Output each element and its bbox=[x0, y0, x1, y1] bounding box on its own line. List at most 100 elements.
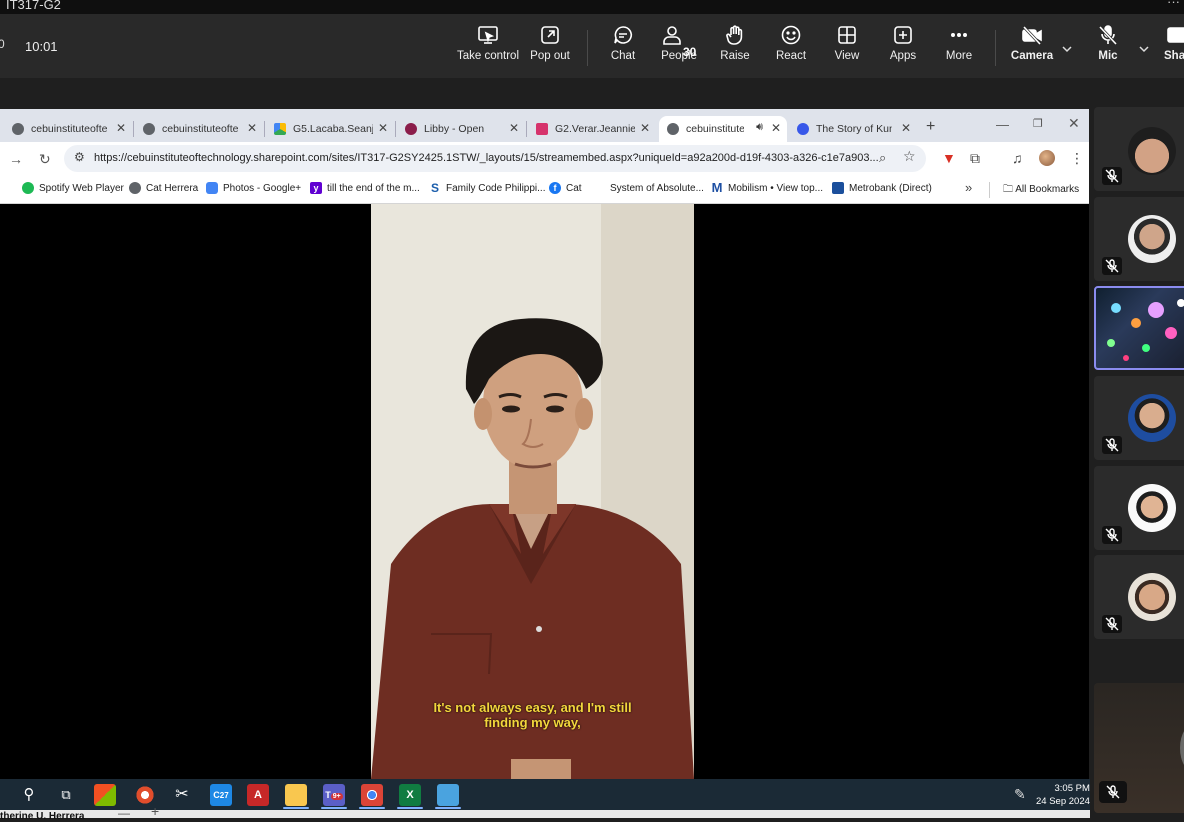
meeting-timer: 10:01 bbox=[25, 39, 58, 54]
avatar bbox=[1128, 215, 1176, 263]
menu-kebab-icon[interactable]: ⋮ bbox=[1070, 150, 1084, 167]
zoom-icon[interactable]: ⌕ bbox=[879, 150, 886, 166]
site-info-icon[interactable]: ⚙ bbox=[74, 150, 85, 164]
forward-arrow-icon[interactable]: → bbox=[9, 151, 23, 167]
extensions-puzzle-icon[interactable]: ⧉ bbox=[970, 150, 980, 167]
camera-options-chevron-icon[interactable] bbox=[1062, 41, 1072, 53]
bookmark-system-absolute[interactable]: System of Absolute... bbox=[593, 182, 704, 194]
tab-close-icon[interactable]: ✕ bbox=[771, 121, 781, 135]
mic-options-chevron-icon[interactable] bbox=[1139, 41, 1149, 53]
tab-title: cebuinstitute bbox=[686, 123, 744, 135]
raise-label: Raise bbox=[720, 50, 750, 62]
browser-tab[interactable]: G2.Verar.JeannieM ✕ bbox=[528, 116, 656, 142]
task-view-icon[interactable]: ⧉ bbox=[55, 784, 77, 806]
reload-icon[interactable]: ↻ bbox=[39, 151, 51, 168]
pop-out-button[interactable]: Pop out bbox=[530, 24, 570, 74]
self-muted-mic-icon[interactable] bbox=[1099, 781, 1127, 803]
tab-close-icon[interactable]: ✕ bbox=[901, 121, 911, 135]
acrobat-icon[interactable]: A bbox=[247, 784, 269, 806]
self-video-preview bbox=[1180, 723, 1184, 773]
mic-button[interactable]: Mic bbox=[1092, 24, 1124, 74]
participant-tile[interactable] bbox=[1094, 197, 1184, 281]
participant-tile[interactable] bbox=[1094, 107, 1184, 191]
participant-tile[interactable] bbox=[1094, 555, 1184, 639]
notepad-icon[interactable] bbox=[437, 784, 459, 806]
bookmark-spotify[interactable]: Spotify Web Player bbox=[22, 182, 124, 194]
search-icon[interactable]: ⚲ bbox=[18, 784, 40, 806]
tab-close-icon[interactable]: ✕ bbox=[509, 121, 519, 135]
restore-icon[interactable]: ❐ bbox=[1033, 117, 1043, 130]
pop-out-label: Pop out bbox=[530, 50, 570, 62]
people-count: 30 bbox=[683, 45, 697, 59]
chat-button[interactable]: Chat bbox=[604, 24, 642, 74]
react-button[interactable]: React bbox=[772, 24, 810, 74]
browser-tab[interactable]: cebuinstituteofte ✕ bbox=[135, 116, 263, 142]
apps-button[interactable]: Apps bbox=[884, 24, 922, 74]
avatar bbox=[1128, 127, 1176, 175]
take-control-button[interactable]: Take control bbox=[457, 24, 519, 74]
video-player[interactable]: It's not always easy, and I'm still find… bbox=[371, 204, 694, 779]
folder-icon: 🗀 bbox=[1003, 184, 1016, 195]
browser-tab[interactable]: G5.Lacaba.Seanjan ✕ bbox=[266, 116, 394, 142]
bookmark-mobilism[interactable]: M Mobilism • View top... bbox=[711, 180, 823, 195]
add-app-icon bbox=[894, 26, 912, 44]
new-tab-plus-icon[interactable]: + bbox=[926, 118, 935, 136]
view-button[interactable]: View bbox=[828, 24, 866, 74]
tab-title: cebuinstituteofte bbox=[31, 123, 108, 135]
raise-hand-icon bbox=[726, 25, 743, 45]
tab-close-icon[interactable]: ✕ bbox=[378, 121, 388, 135]
browser-tab[interactable]: Libby - Open ✕ bbox=[397, 116, 525, 142]
browser-tab-active[interactable]: cebuinstitute 🔊︎ ✕ bbox=[659, 116, 787, 142]
camera-button[interactable]: Camera bbox=[1010, 24, 1054, 74]
facebook-icon: f bbox=[549, 182, 561, 194]
clock-date: 24 Sep 2024 bbox=[1036, 796, 1090, 807]
calendar-app-icon[interactable]: C27 bbox=[210, 784, 232, 806]
pen-icon[interactable]: ✎ bbox=[1014, 786, 1026, 803]
raise-hand-button[interactable]: Raise bbox=[717, 24, 753, 74]
globe-icon bbox=[12, 123, 24, 135]
all-bookmarks-button[interactable]: 🗀 All Bookmarks bbox=[1003, 182, 1079, 199]
bookmark-metrobank[interactable]: Metrobank (Direct) bbox=[832, 182, 932, 194]
speaker-icon[interactable]: 🔊︎ bbox=[756, 121, 763, 134]
bookmarks-overflow-icon[interactable]: » bbox=[965, 180, 972, 195]
avatar bbox=[1128, 484, 1176, 532]
participant-tile[interactable] bbox=[1094, 376, 1184, 460]
browser-tab[interactable]: The Story of Kunr ✕ bbox=[789, 116, 917, 142]
presenter-name: therine U. Herrera bbox=[0, 811, 85, 822]
m-logo-icon: M bbox=[711, 180, 723, 195]
browser-tab[interactable]: cebuinstituteofte ✕ bbox=[4, 116, 132, 142]
file-explorer-icon[interactable] bbox=[285, 784, 307, 806]
tab-close-icon[interactable]: ✕ bbox=[116, 121, 126, 135]
running-indicator bbox=[321, 807, 347, 809]
chrome-icon[interactable] bbox=[361, 784, 383, 806]
participant-tile-speaking[interactable] bbox=[1094, 286, 1184, 370]
title-more-icon[interactable]: ··· bbox=[1167, 0, 1180, 9]
more-button[interactable]: More bbox=[940, 24, 978, 74]
close-window-icon[interactable]: ✕ bbox=[1068, 115, 1080, 132]
apps-label: Apps bbox=[889, 50, 917, 62]
tab-close-icon[interactable]: ✕ bbox=[640, 121, 650, 135]
profile-avatar[interactable] bbox=[1039, 150, 1055, 166]
globe-icon bbox=[129, 182, 141, 194]
bookmark-cat[interactable]: f Cat bbox=[549, 182, 582, 194]
tab-close-icon[interactable]: ✕ bbox=[247, 121, 257, 135]
bookmark-family-code[interactable]: S Family Code Philippi... bbox=[429, 182, 546, 194]
zoom-in-icon[interactable]: + bbox=[151, 803, 159, 819]
bookmark-yahoo[interactable]: y till the end of the m... bbox=[310, 182, 420, 194]
media-control-icon[interactable]: ♫ bbox=[1012, 150, 1023, 166]
bookmark-cat-herrera[interactable]: Cat Herrera bbox=[129, 182, 198, 194]
participant-tile[interactable] bbox=[1094, 466, 1184, 550]
photos-app-icon[interactable] bbox=[94, 784, 116, 806]
extension-pocket-icon[interactable]: ▼ bbox=[942, 150, 956, 166]
minimize-icon[interactable]: — bbox=[996, 117, 1009, 132]
bookmark-star-icon[interactable]: ☆ bbox=[903, 148, 916, 165]
address-bar[interactable]: ⚙ https://cebuinstituteoftechnology.shar… bbox=[64, 145, 926, 172]
system-clock[interactable]: 3:05 PM 24 Sep 2024 bbox=[1036, 782, 1090, 808]
share-button[interactable]: Sha bbox=[1164, 24, 1184, 74]
excel-icon[interactable]: X bbox=[399, 784, 421, 806]
snipping-tool-icon[interactable]: ✂ bbox=[171, 784, 193, 806]
bookmark-photos[interactable]: Photos - Google+ bbox=[206, 182, 301, 194]
teams-icon[interactable]: T 9+ bbox=[323, 784, 345, 806]
take-control-icon bbox=[478, 26, 498, 44]
running-indicator bbox=[283, 807, 309, 809]
